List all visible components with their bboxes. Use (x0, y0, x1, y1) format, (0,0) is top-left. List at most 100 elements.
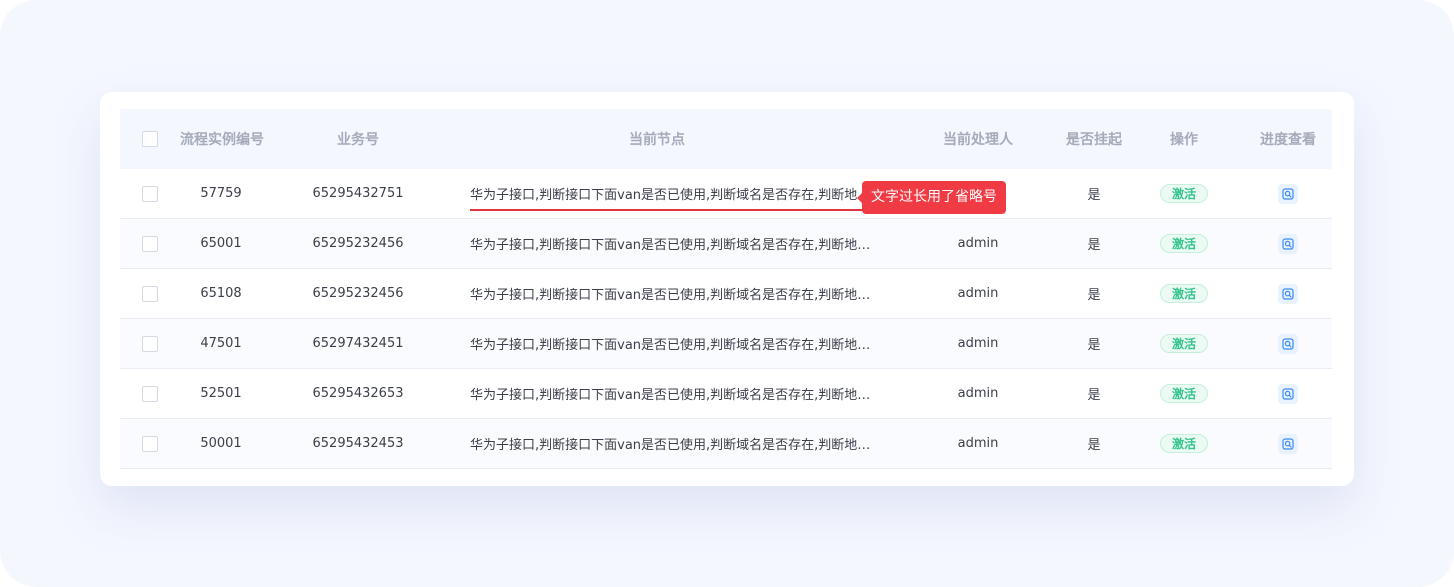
row-business-no: 65295232456 (312, 286, 404, 301)
row-current-node-cell: 华为子接口,判断接口下面van是否已使用,判断域名是否存在,判断地址池是否存在 (454, 334, 890, 353)
table-header: 流程实例编号 业务号 当前节点 当前处理人 是否挂起 操作 进度查看 (120, 109, 1332, 169)
row-current-node: 华为子接口,判断接口下面van是否已使用,判断域名是否存在,判断地址池是否存在 (470, 288, 878, 303)
row-progress-view-cell (1244, 183, 1332, 204)
progress-view-button[interactable] (1278, 183, 1298, 204)
ellipsis-annotation-callout: 文字过长用了省略号 (857, 181, 1006, 214)
row-progress-view-cell (1244, 469, 1332, 486)
row-current-node-cell: 华为子接口,判断接口下面van是否已使用,判断域名是否存在,判断地址池是否存在 (454, 176, 890, 211)
header-business-no: 业务号 (337, 132, 379, 148)
row-operation-cell: 激活 (1124, 184, 1244, 203)
row-checkbox-cell (120, 385, 180, 402)
table-row: 47501 65297432451 华为子接口,判断接口下面van是否已使用,判… (120, 319, 1332, 369)
row-checkbox-cell (120, 435, 180, 452)
row-business-no: 65297432451 (312, 336, 404, 351)
row-operation-cell: 激活 (1124, 384, 1244, 403)
row-operation-cell (1124, 469, 1244, 486)
table-row: 65001 65295232456 华为子接口,判断接口下面van是否已使用,判… (120, 219, 1332, 269)
header-current-node: 当前节点 (629, 132, 685, 148)
row-current-node: 华为子接口,判断接口下面van是否已使用,判断域名是否存在,判断地址池是否存在 (470, 188, 878, 203)
row-current-handler: admin (957, 336, 999, 351)
progress-view-button[interactable] (1278, 433, 1298, 454)
row-current-handler: admin (957, 436, 999, 451)
row-business-no: 65295432453 (312, 436, 404, 451)
row-checkbox-cell (120, 335, 180, 352)
row-suspended: 是 (1087, 338, 1101, 353)
search-eye-icon (1282, 187, 1294, 200)
row-business-no: 65295232456 (312, 236, 404, 251)
row-checkbox-cell (120, 285, 180, 302)
row-current-node: 华为子接口,判断接口下面van是否已使用,判断域名是否存在,判断地址池是否存在 (470, 238, 878, 253)
progress-view-button[interactable] (1278, 333, 1298, 354)
header-process-id: 流程实例编号 (180, 132, 264, 148)
row-current-node: 华为子接口,判断接口下面van是否已使用,判断域名是否存在,判断地址池是否存在 (470, 388, 878, 403)
row-suspended: 是 (1087, 438, 1101, 453)
row-checkbox[interactable] (142, 285, 158, 302)
row-checkbox-cell (120, 185, 180, 202)
table-row-partial (120, 469, 1332, 486)
header-select-all-cell (120, 131, 180, 147)
row-progress-view-cell (1244, 383, 1332, 404)
row-current-node-cell: 华为子接口,判断接口下面van是否已使用,判断域名是否存在,判断地址池是否存在 (454, 234, 890, 253)
table-row: 57759 65295432751 华为子接口,判断接口下面van是否已使用,判… (120, 169, 1332, 219)
row-business-no: 65295432751 (312, 186, 404, 201)
row-process-id: 52501 (200, 386, 242, 401)
row-checkbox[interactable] (142, 435, 158, 452)
search-eye-icon (1282, 337, 1294, 350)
activate-button[interactable]: 激活 (1160, 334, 1208, 353)
row-progress-view-cell (1244, 233, 1332, 254)
row-checkbox-cell (120, 235, 180, 252)
row-progress-view-cell (1244, 433, 1332, 454)
activate-button[interactable]: 激活 (1160, 184, 1208, 203)
row-current-node-cell: 华为子接口,判断接口下面van是否已使用,判断域名是否存在,判断地址池是否存在 (454, 434, 890, 453)
row-current-node-cell: 华为子接口,判断接口下面van是否已使用,判断域名是否存在,判断地址池是否存在 (454, 284, 890, 303)
row-current-handler: admin (957, 286, 999, 301)
progress-view-button[interactable] (1278, 283, 1298, 304)
row-process-id: 65001 (200, 236, 242, 251)
row-checkbox-cell (120, 469, 180, 486)
row-current-handler: admin (957, 236, 999, 251)
progress-view-button[interactable] (1278, 233, 1298, 254)
row-checkbox[interactable] (142, 385, 158, 402)
row-suspended: 是 (1087, 238, 1101, 253)
row-operation-cell: 激活 (1124, 284, 1244, 303)
activate-button[interactable]: 激活 (1160, 284, 1208, 303)
row-process-id: 57759 (200, 186, 242, 201)
row-process-id: 65108 (200, 286, 242, 301)
table-card: 流程实例编号 业务号 当前节点 当前处理人 是否挂起 操作 进度查看 57759… (100, 92, 1354, 486)
select-all-checkbox[interactable] (142, 131, 158, 147)
row-progress-view-cell (1244, 283, 1332, 304)
row-suspended: 是 (1087, 288, 1101, 303)
activate-button[interactable]: 激活 (1160, 434, 1208, 453)
row-operation-cell: 激活 (1124, 234, 1244, 253)
table-row: 52501 65295432653 华为子接口,判断接口下面van是否已使用,判… (120, 369, 1332, 419)
row-process-id: 47501 (200, 336, 242, 351)
header-progress-view: 进度查看 (1260, 132, 1316, 148)
progress-view-button[interactable] (1278, 383, 1298, 404)
row-current-handler: admin (957, 386, 999, 401)
row-business-no: 65295432653 (312, 386, 404, 401)
row-suspended: 是 (1087, 188, 1101, 203)
search-eye-icon (1282, 287, 1294, 300)
ellipsis-highlight-underline: 华为子接口,判断接口下面van是否已使用,判断域名是否存在,判断地址池是否存在 (470, 184, 878, 211)
row-progress-view-cell (1244, 333, 1332, 354)
search-eye-icon (1282, 237, 1294, 250)
table-row: 50001 65295432453 华为子接口,判断接口下面van是否已使用,判… (120, 419, 1332, 469)
page-background: 流程实例编号 业务号 当前节点 当前处理人 是否挂起 操作 进度查看 57759… (0, 0, 1454, 587)
table-row: 65108 65295232456 华为子接口,判断接口下面van是否已使用,判… (120, 269, 1332, 319)
search-eye-icon (1282, 387, 1294, 400)
row-operation-cell: 激活 (1124, 334, 1244, 353)
row-current-node-cell: 华为子接口,判断接口下面van是否已使用,判断域名是否存在,判断地址池是否存在 (454, 384, 890, 403)
row-suspended: 是 (1087, 388, 1101, 403)
row-checkbox[interactable] (142, 235, 158, 252)
header-operation: 操作 (1170, 132, 1198, 148)
row-process-id: 50001 (200, 436, 242, 451)
row-checkbox[interactable] (142, 335, 158, 352)
search-eye-icon (1282, 437, 1294, 450)
activate-button[interactable]: 激活 (1160, 384, 1208, 403)
row-operation-cell: 激活 (1124, 434, 1244, 453)
row-checkbox[interactable] (142, 185, 158, 202)
row-current-node: 华为子接口,判断接口下面van是否已使用,判断域名是否存在,判断地址池是否存在 (470, 338, 878, 353)
process-table: 流程实例编号 业务号 当前节点 当前处理人 是否挂起 操作 进度查看 57759… (120, 109, 1332, 486)
activate-button[interactable]: 激活 (1160, 234, 1208, 253)
row-current-node: 华为子接口,判断接口下面van是否已使用,判断域名是否存在,判断地址池是否存在 (470, 438, 878, 453)
